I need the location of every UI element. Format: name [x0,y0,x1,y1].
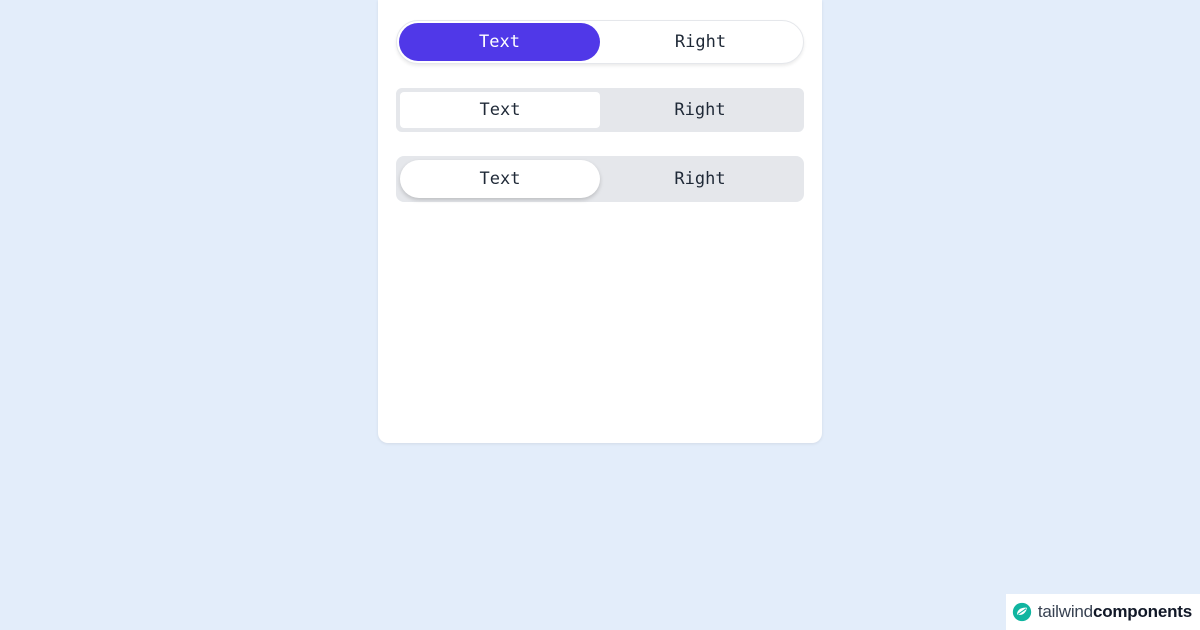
segmented-control-raised: Text Right [396,156,804,202]
leaf-icon [1012,602,1032,622]
segment-right[interactable]: Right [600,160,800,198]
brand-text: tailwindcomponents [1038,602,1192,622]
segmented-control-flat: Text Right [396,88,804,132]
brand-badge: tailwindcomponents [1006,594,1200,630]
segmented-control-pill: Text Right [396,20,804,64]
segment-right[interactable]: Right [600,92,800,128]
segment-right[interactable]: Right [600,23,801,61]
segment-left[interactable]: Text [400,92,600,128]
segment-left[interactable]: Text [399,23,600,61]
segment-left[interactable]: Text [400,160,600,198]
component-card: Text Right Text Right Text Right [378,0,822,443]
